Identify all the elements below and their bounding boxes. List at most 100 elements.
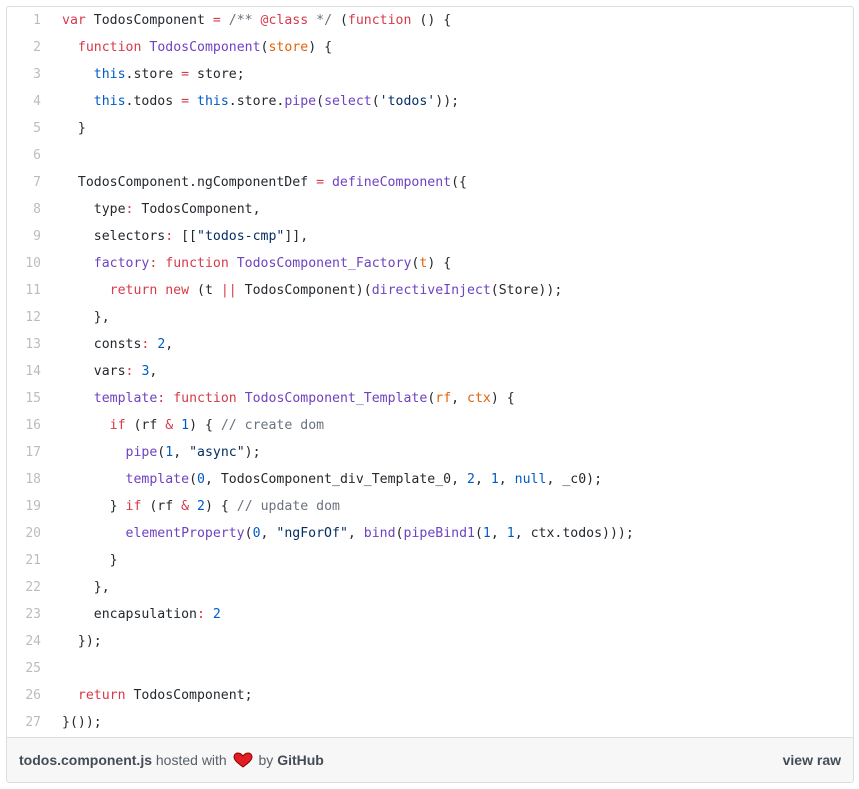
- line-number[interactable]: 24: [7, 628, 41, 655]
- code-line: 7 TodosComponent.ngComponentDef = define…: [7, 169, 853, 196]
- code-token: }: [62, 553, 118, 568]
- line-number[interactable]: 27: [7, 709, 41, 736]
- line-number[interactable]: 23: [7, 601, 41, 628]
- line-number[interactable]: 22: [7, 574, 41, 601]
- code-token: 'todos': [379, 94, 436, 109]
- code-token: template: [125, 472, 190, 487]
- code-token: select: [324, 94, 372, 109]
- line-number[interactable]: 2: [7, 34, 41, 61]
- line-number[interactable]: 26: [7, 682, 41, 709]
- code-text: if (rf & 1) { // create dom: [62, 412, 324, 439]
- code-line: 17 pipe(1, "async");: [7, 439, 853, 466]
- gist-embed: 1 var TodosComponent = /** @class */ (fun…: [6, 6, 854, 783]
- code-token: .todos: [125, 94, 182, 109]
- code-line: 19 } if (rf & 2) { // update dom: [7, 493, 853, 520]
- code-line: 24 });: [7, 628, 853, 655]
- code-line: 27}());: [7, 709, 853, 736]
- code-token: ,: [451, 391, 468, 406]
- line-number[interactable]: 20: [7, 520, 41, 547]
- code-text: return TodosComponent;: [62, 682, 253, 709]
- line-number[interactable]: 6: [7, 142, 41, 169]
- code-token: ) {: [427, 256, 452, 271]
- code-token: vars: [62, 364, 126, 379]
- code-text: elementProperty(0, "ngForOf", bind(pipeB…: [62, 520, 634, 547]
- code-token: ,: [173, 445, 190, 460]
- github-link[interactable]: GitHub: [277, 752, 324, 768]
- line-number[interactable]: 18: [7, 466, 41, 493]
- code-token: =: [181, 94, 190, 109]
- code-token: TodosComponent;: [125, 688, 253, 703]
- line-number[interactable]: 7: [7, 169, 41, 196]
- code-text: template(0, TodosComponent_div_Template_…: [62, 466, 602, 493]
- code-line: 2 function TodosComponent(store) {: [7, 34, 853, 61]
- code-token: (rf: [141, 499, 182, 514]
- code-token: "todos-cmp": [197, 229, 285, 244]
- code-line: 23 encapsulation: 2: [7, 601, 853, 628]
- code-token: if: [125, 499, 142, 514]
- code-line: 26 return TodosComponent;: [7, 682, 853, 709]
- code-token: ]],: [284, 229, 309, 244]
- code-line: 16 if (rf & 1) { // create dom: [7, 412, 853, 439]
- code-token: 1: [482, 526, 491, 541]
- line-number[interactable]: 14: [7, 358, 41, 385]
- code-line: 1 var TodosComponent = /** @class */ (fun…: [7, 7, 853, 34]
- code-token: @class: [260, 13, 309, 28]
- code-token: var: [62, 13, 86, 28]
- line-number[interactable]: 15: [7, 385, 41, 412]
- line-number[interactable]: 9: [7, 223, 41, 250]
- code-token: 0: [197, 472, 205, 487]
- code-text: this.store = store;: [62, 61, 245, 88]
- code-token: (: [316, 94, 325, 109]
- view-raw-link[interactable]: view raw: [783, 752, 841, 768]
- code-token: null: [514, 472, 547, 487]
- line-number[interactable]: 8: [7, 196, 41, 223]
- line-number[interactable]: 19: [7, 493, 41, 520]
- line-number[interactable]: 1: [7, 7, 41, 34]
- line-number[interactable]: 13: [7, 331, 41, 358]
- line-number[interactable]: 12: [7, 304, 41, 331]
- code-line: 21 }: [7, 547, 853, 574]
- code-line: 5 }: [7, 115, 853, 142]
- code-text: },: [62, 304, 110, 331]
- code-token: , TodosComponent_div_Template_0,: [204, 472, 467, 487]
- line-number[interactable]: 17: [7, 439, 41, 466]
- code-line: 15 template: function TodosComponent_Tem…: [7, 385, 853, 412]
- code-token: () {: [411, 13, 452, 28]
- code-text: consts: 2,: [62, 331, 173, 358]
- code-token: (: [244, 526, 253, 541]
- code-token: ,: [490, 526, 507, 541]
- line-number[interactable]: 10: [7, 250, 41, 277]
- code-token: TodosComponent.ngComponentDef: [62, 175, 317, 190]
- code-token: 1: [181, 418, 190, 433]
- code-token: ctx: [467, 391, 491, 406]
- line-number[interactable]: 25: [7, 655, 41, 682]
- line-number[interactable]: 3: [7, 61, 41, 88]
- code-line: 10 factory: function TodosComponent_Fact…: [7, 250, 853, 277]
- line-number[interactable]: 5: [7, 115, 41, 142]
- line-number[interactable]: 11: [7, 277, 41, 304]
- code-token: consts: [62, 337, 142, 352]
- heart-icon: [233, 752, 253, 768]
- code-token: defineComponent: [331, 175, 452, 190]
- code-token: (: [371, 94, 380, 109]
- hosted-with-text: hosted with: [155, 752, 227, 768]
- code-token: // update dom: [236, 499, 340, 514]
- code-token: ||: [220, 283, 237, 298]
- gist-meta-left: todos.component.js hosted with by GitHub: [19, 738, 324, 782]
- code-token: rf: [435, 391, 452, 406]
- code-line: 13 consts: 2,: [7, 331, 853, 358]
- code-line: 3 this.store = store;: [7, 61, 853, 88]
- line-number[interactable]: 16: [7, 412, 41, 439]
- code-token: );: [244, 445, 261, 460]
- code-token: encapsulation: [62, 607, 197, 622]
- file-name-link[interactable]: todos.component.js: [19, 752, 152, 768]
- line-number[interactable]: 21: [7, 547, 41, 574]
- line-number[interactable]: 4: [7, 88, 41, 115]
